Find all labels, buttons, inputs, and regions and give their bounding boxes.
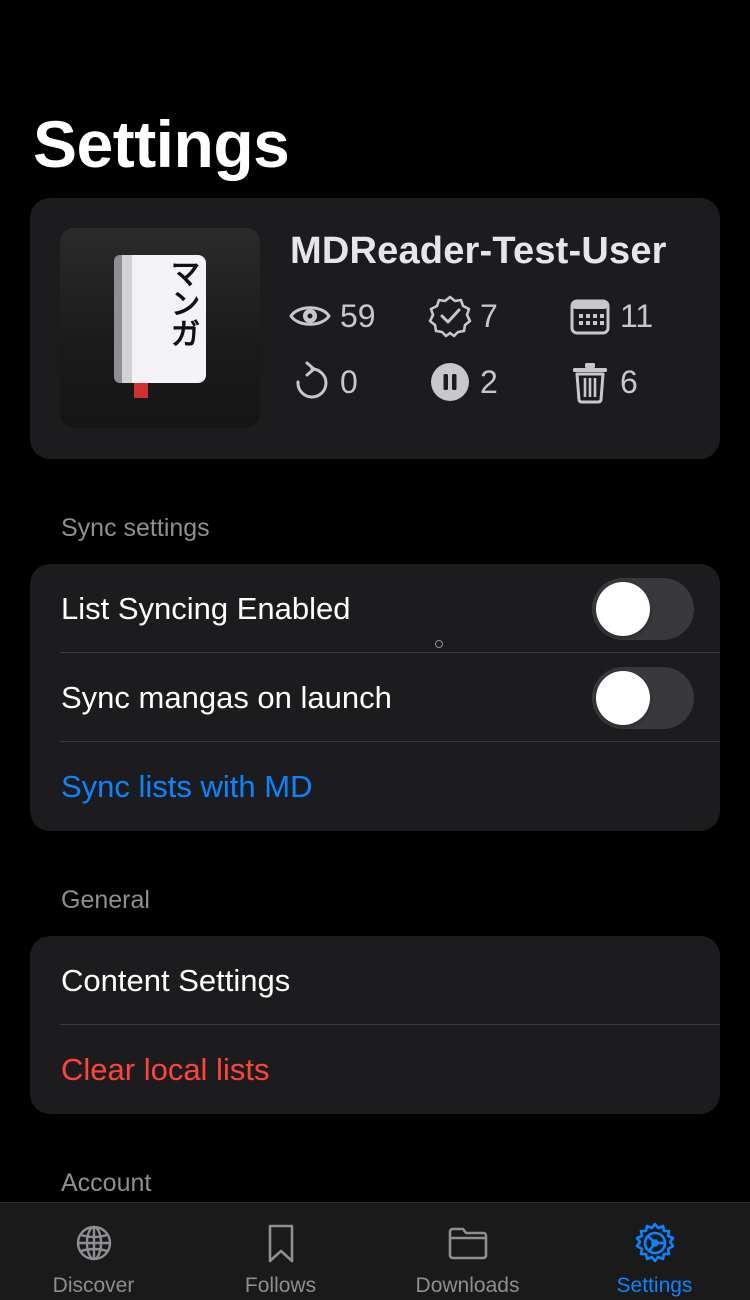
stat-rereading-value: 0 [340, 363, 358, 400]
profile-card[interactable]: マンガ MDReader-Test-User 59 7 11 0 2 6 [30, 198, 720, 459]
tab-discover[interactable]: Discover [0, 1203, 187, 1300]
settings-screen: Settings マンガ MDReader-Test-User 59 7 11 … [0, 0, 750, 1300]
account-header: Account [61, 1169, 152, 1197]
toggle-knob [596, 671, 650, 725]
stat-plan-to-read: 11 [568, 294, 653, 338]
tab-label: Downloads [415, 1274, 520, 1297]
pause-circle-icon [431, 363, 469, 401]
username: MDReader-Test-User [290, 230, 667, 272]
content-settings-button[interactable]: Content Settings [30, 936, 720, 1025]
stat-reading: 59 [288, 294, 376, 338]
stat-reading-value: 59 [340, 297, 376, 334]
general-group: Content Settings Clear local lists [30, 936, 720, 1114]
sync-settings-group: List Syncing Enabled Sync mangas on laun… [30, 564, 720, 831]
tab-follows[interactable]: Follows [187, 1203, 374, 1300]
folder-icon [448, 1227, 487, 1260]
sync-settings-header: Sync settings [61, 514, 210, 542]
tab-downloads[interactable]: Downloads [374, 1203, 561, 1300]
bookmark-icon [268, 1224, 293, 1263]
stat-completed-value: 7 [480, 297, 498, 334]
manga-book-icon: マンガ [114, 255, 206, 398]
sync-on-launch-label: Sync mangas on launch [61, 679, 392, 715]
stat-rereading: 0 [288, 360, 358, 404]
toggle-knob [596, 582, 650, 636]
tab-bar: Discover Follows Downloads Settings [0, 1202, 750, 1300]
clear-local-lists-button[interactable]: Clear local lists [30, 1025, 720, 1114]
sync-lists-with-md-button[interactable]: Sync lists with MD [30, 742, 720, 831]
stat-completed: 7 [428, 294, 498, 338]
list-syncing-label: List Syncing Enabled [61, 590, 351, 626]
list-syncing-row[interactable]: List Syncing Enabled [30, 564, 720, 653]
tab-label: Follows [244, 1274, 317, 1297]
stat-on-hold-value: 2 [480, 363, 498, 400]
sync-on-launch-toggle[interactable] [592, 667, 694, 729]
tab-settings[interactable]: Settings [561, 1203, 748, 1300]
general-header: General [61, 886, 150, 914]
calendar-icon [570, 299, 610, 335]
stat-on-hold: 2 [428, 360, 498, 404]
checkmark-seal-icon [428, 295, 472, 338]
reload-icon [296, 361, 328, 399]
avatar-text: マンガ [165, 258, 200, 348]
page-title: Settings [33, 107, 290, 181]
globe-icon [76, 1225, 111, 1261]
trash-icon [573, 363, 607, 404]
list-syncing-toggle[interactable] [592, 578, 694, 640]
sync-on-launch-row[interactable]: Sync mangas on launch [30, 653, 720, 742]
stat-dropped: 6 [568, 360, 638, 404]
gear-icon [635, 1222, 674, 1263]
eye-icon [289, 306, 331, 326]
avatar: マンガ [60, 228, 260, 428]
tab-label: Discover [52, 1274, 135, 1297]
touch-indicator-dot [435, 640, 443, 648]
tab-label: Settings [616, 1274, 693, 1297]
stat-dropped-value: 6 [620, 363, 638, 400]
stat-plan-to-read-value: 11 [620, 297, 654, 334]
